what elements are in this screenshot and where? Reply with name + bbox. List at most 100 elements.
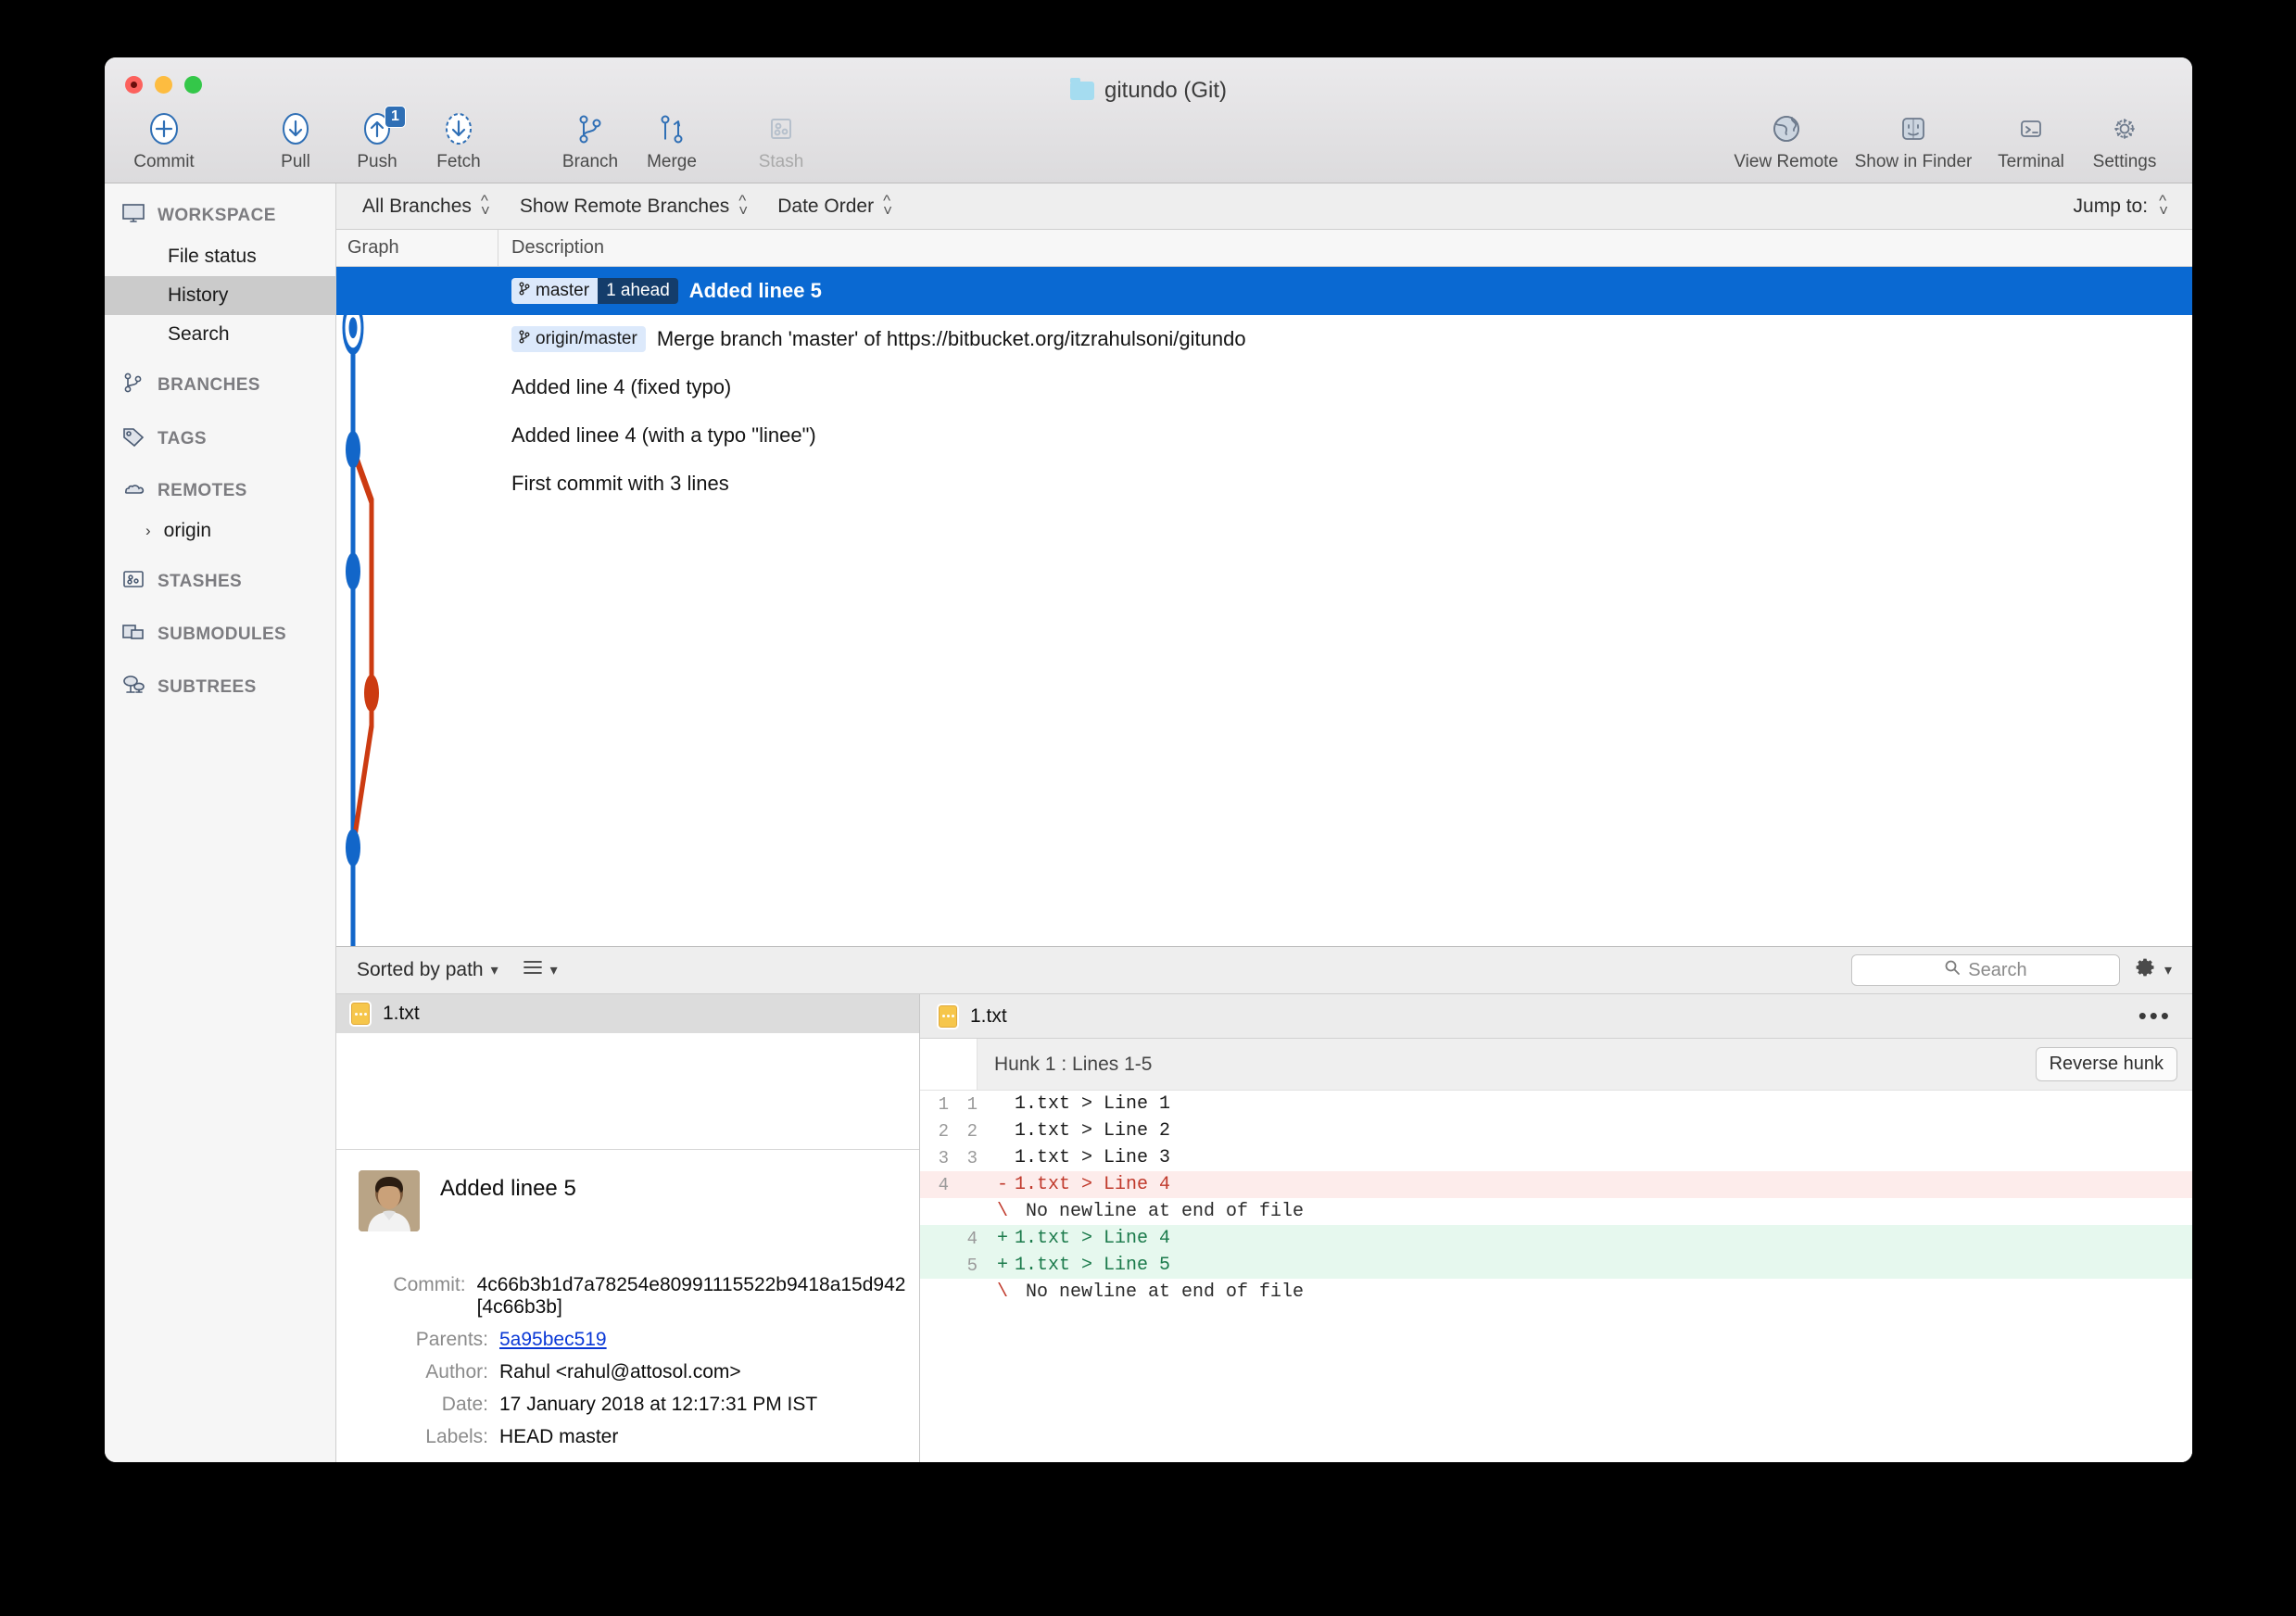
diff-line-2: 3 3 1.txt > Line 3 — [920, 1144, 2192, 1171]
titlebar: gitundo (Git) Commit Pull 1 Push Fetch B… — [105, 57, 2192, 183]
detail-key-date: Date: — [441, 1394, 488, 1415]
main-toolbar: Commit Pull 1 Push Fetch Branch Merge St… — [105, 106, 2192, 183]
hunk-header: Hunk 1 : Lines 1-5 Reverse hunk — [920, 1039, 2192, 1091]
sidebar-section-stashes[interactable]: STASHES — [105, 560, 335, 604]
branch-button[interactable]: Branch — [549, 109, 631, 172]
sidebar-label-tags: TAGS — [158, 429, 207, 448]
detail-value-labels: HEAD master — [499, 1426, 619, 1447]
diff-new-num: 5 — [966, 1255, 978, 1276]
sidebar-section-workspace[interactable]: WORKSPACE — [105, 195, 335, 237]
sidebar-item-history[interactable]: History — [105, 276, 335, 315]
file-list-row-name: 1.txt — [383, 1003, 420, 1024]
diff-line-3: 4 - 1.txt > Line 4 — [920, 1171, 2192, 1198]
commit-detail-pane: 1.txt Added linee 5 Commit: 4c66b3b1d7a7… — [336, 994, 920, 1462]
stash-icon — [763, 109, 800, 148]
commit-button[interactable]: Commit — [123, 109, 205, 172]
window-title: gitundo (Git) — [105, 78, 2192, 104]
show-in-finder-button[interactable]: Show in Finder — [1844, 109, 1983, 172]
sidebar-item-search[interactable]: Search — [105, 315, 335, 354]
jump-to-dropdown[interactable]: Jump to: ^ ˅ — [2074, 193, 2192, 219]
hunk-label: Hunk 1 : Lines 1-5 — [994, 1053, 1153, 1075]
diff-sign: + — [996, 1228, 1008, 1249]
commit-row-0-ahead-badge: 1 ahead — [598, 278, 678, 304]
diff-sign: \ — [996, 1281, 1008, 1303]
subtrees-icon — [121, 674, 145, 701]
text-file-icon — [349, 1001, 372, 1027]
stash-button[interactable]: Stash — [740, 109, 822, 172]
fetch-button[interactable]: Fetch — [418, 109, 499, 172]
diff-new-num: 4 — [966, 1228, 978, 1249]
sort-dropdown[interactable]: Sorted by path ▾ — [357, 959, 498, 981]
commit-row-1-ref[interactable]: origin/master — [511, 326, 646, 352]
push-button-label: Push — [357, 152, 397, 171]
push-button[interactable]: 1 Push — [336, 106, 418, 172]
chevron-updown-icon: ^ ˅ — [883, 191, 893, 220]
view-remote-button[interactable]: View Remote — [1728, 109, 1844, 172]
column-header-description: Description — [511, 237, 605, 258]
detail-value-author: Rahul <rahul@attosol.com> — [499, 1361, 741, 1382]
settings-button[interactable]: Settings — [2079, 109, 2170, 172]
commit-row-0-ref[interactable]: master 1 ahead — [511, 278, 678, 304]
commit-row-0[interactable]: master 1 ahead Added linee 5 — [336, 267, 2192, 315]
sidebar-item-file-status[interactable]: File status — [105, 237, 335, 276]
detail-field-author: Author: Rahul <rahul@attosol.com> — [336, 1361, 919, 1383]
sidebar-item-origin-label: origin — [163, 520, 212, 541]
sidebar-section-tags[interactable]: TAGS — [105, 417, 335, 461]
diff-line-0: 1 1 1.txt > Line 1 — [920, 1091, 2192, 1117]
search-input[interactable]: Search — [1850, 954, 2120, 986]
chevron-right-icon[interactable]: › — [145, 522, 151, 540]
fetch-button-label: Fetch — [436, 152, 481, 171]
diff-sign: + — [996, 1255, 1008, 1276]
commit-row-1-ref-label: origin/master — [536, 329, 637, 348]
tag-icon — [121, 425, 145, 453]
order-filter-dropdown[interactable]: Date Order ^ ˅ — [763, 191, 907, 220]
commit-row-1[interactable]: origin/master Merge branch 'master' of h… — [336, 315, 2192, 363]
ellipsis-icon[interactable]: ••• — [2138, 1004, 2192, 1028]
branch-filter-label: All Branches — [362, 195, 472, 217]
branch-icon — [572, 109, 609, 148]
commit-row-3-desc: Added linee 4 (with a typo "linee") — [498, 423, 816, 448]
view-mode-dropdown[interactable]: ▾ — [523, 959, 558, 981]
reverse-hunk-button[interactable]: Reverse hunk — [2035, 1047, 2177, 1081]
commit-row-2-message: Added line 4 (fixed typo) — [511, 375, 732, 398]
branch-button-label: Branch — [561, 152, 619, 171]
diff-text: 1.txt > Line 4 — [1015, 1228, 1171, 1249]
commit-table-header: Graph Description — [336, 230, 2192, 267]
commit-row-3-message: Added linee 4 (with a typo "linee") — [511, 423, 816, 447]
sidebar-section-submodules[interactable]: SUBMODULES — [105, 613, 335, 656]
diff-file-name: 1.txt — [970, 1004, 1007, 1027]
commit-row-4[interactable]: First commit with 3 lines — [336, 460, 2192, 508]
commit-row-3[interactable]: Added linee 4 (with a typo "linee") — [336, 411, 2192, 460]
sidebar-section-subtrees[interactable]: SUBTREES — [105, 665, 335, 710]
cloud-icon — [121, 479, 145, 503]
commit-list[interactable]: master 1 ahead Added linee 5 origin/mast… — [336, 267, 2192, 946]
merge-button[interactable]: Merge — [631, 109, 713, 172]
merge-button-label: Merge — [647, 152, 697, 171]
detail-key-labels: Labels: — [425, 1426, 488, 1447]
hunk-gutter-spacer — [920, 1039, 978, 1090]
diff-lines: 1 1 1.txt > Line 1 2 2 1.txt > Line 2 3 … — [920, 1091, 2192, 1462]
remote-filter-label: Show Remote Branches — [519, 195, 730, 217]
commit-row-2[interactable]: Added line 4 (fixed typo) — [336, 363, 2192, 411]
detail-value-date: 17 January 2018 at 12:17:31 PM IST — [499, 1394, 818, 1415]
sidebar-item-origin[interactable]: › origin — [105, 511, 335, 550]
commit-row-0-desc: master 1 ahead Added linee 5 — [498, 278, 822, 304]
file-list-row[interactable]: 1.txt — [336, 994, 919, 1033]
parent-commit-link[interactable]: 5a95bec519 — [499, 1329, 607, 1350]
diff-line-6: 5 + 1.txt > Line 5 — [920, 1252, 2192, 1279]
pull-button[interactable]: Pull — [255, 109, 336, 172]
remote-filter-dropdown[interactable]: Show Remote Branches ^ ˅ — [505, 193, 763, 219]
view-remote-label: View Remote — [1734, 152, 1838, 171]
diff-pane: 1.txt ••• Hunk 1 : Lines 1-5 Reverse hun… — [920, 994, 2192, 1462]
diff-old-num: 1 — [938, 1093, 949, 1115]
diff-text: 1.txt > Line 4 — [1015, 1174, 1171, 1195]
arrow-down-circle-icon — [277, 109, 314, 148]
branch-filter-dropdown[interactable]: All Branches ^ ˅ — [336, 193, 505, 219]
sidebar-label-remotes: REMOTES — [158, 481, 247, 500]
terminal-button[interactable]: Terminal — [1983, 109, 2079, 172]
sidebar-section-remotes[interactable]: REMOTES — [105, 471, 335, 511]
detail-key-parents: Parents: — [415, 1329, 488, 1350]
sidebar-section-branches[interactable]: BRANCHES — [105, 363, 335, 408]
submodules-icon — [121, 622, 145, 648]
options-gear-dropdown[interactable]: ▾ — [2135, 956, 2172, 984]
